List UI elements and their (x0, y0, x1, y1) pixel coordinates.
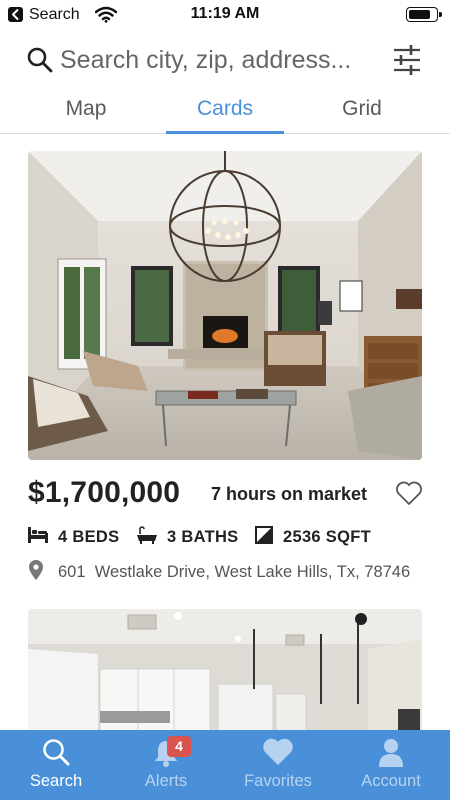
bathtub-icon (137, 525, 157, 549)
listing-sqft: 2536 SQFT (255, 525, 371, 549)
bell-icon (110, 738, 222, 768)
listing-beds-label: 4 BEDS (58, 527, 120, 546)
battery-icon (406, 7, 442, 22)
listing-price: $1,700,000 (28, 476, 181, 509)
listing-address[interactable]: 601 Westlake Drive, West Lake Hills, Tx,… (28, 559, 410, 585)
listing-photo[interactable] (28, 151, 422, 460)
favorite-heart-icon[interactable] (395, 480, 423, 511)
filter-sliders-icon[interactable] (392, 44, 422, 81)
nav-favorites-label: Favorites (244, 772, 312, 790)
heart-icon (222, 738, 334, 766)
nav-favorites[interactable]: Favorites (222, 730, 334, 800)
tab-map[interactable]: Map (30, 92, 142, 133)
status-time: 11:19 AM (190, 5, 260, 22)
listing-market-time: 7 hours on market (211, 484, 368, 504)
area-square-icon (255, 525, 273, 549)
tab-grid-label: Grid (342, 97, 382, 120)
listing-beds: 4 BEDS (28, 525, 119, 549)
nav-alerts[interactable]: 4 Alerts (110, 730, 222, 800)
nav-alerts-label: Alerts (144, 772, 188, 790)
search-input[interactable] (60, 43, 380, 77)
tab-cards-label: Cards (196, 97, 254, 120)
nav-search-label: Search (29, 772, 83, 790)
bottom-tab-bar: Search 4 Alerts Favorites Account (0, 730, 450, 800)
bed-icon (28, 526, 48, 548)
tab-cards[interactable]: Cards (168, 92, 282, 133)
nav-account-label: Account (361, 772, 421, 790)
listing-address-text: 601 Westlake Drive, West Lake Hills, Tx,… (58, 563, 410, 582)
search-icon[interactable] (26, 46, 54, 79)
location-pin-icon (28, 559, 44, 585)
listing-photo-second[interactable] (28, 609, 422, 739)
listing-baths: 3 BATHS (137, 525, 238, 549)
battery-level (409, 10, 430, 19)
search-icon (0, 738, 112, 766)
tab-map-label: Map (65, 97, 107, 120)
nav-search[interactable]: Search (0, 730, 112, 800)
active-tab-indicator (166, 131, 284, 134)
tab-grid[interactable]: Grid (306, 92, 418, 133)
listing-sqft-label: 2536 SQFT (283, 527, 371, 546)
listing-baths-label: 3 BATHS (167, 527, 239, 546)
search-bar (0, 40, 450, 80)
alerts-count-badge: 4 (167, 736, 191, 757)
address-street: Westlake Drive, West Lake Hills, Tx, 787… (94, 562, 411, 581)
view-tabs: Map Cards Grid (0, 92, 450, 134)
status-bar: Search 11:19 AM (0, 0, 450, 30)
person-icon (335, 738, 447, 768)
address-number: 601 (58, 562, 86, 581)
nav-account[interactable]: Account (335, 730, 447, 800)
